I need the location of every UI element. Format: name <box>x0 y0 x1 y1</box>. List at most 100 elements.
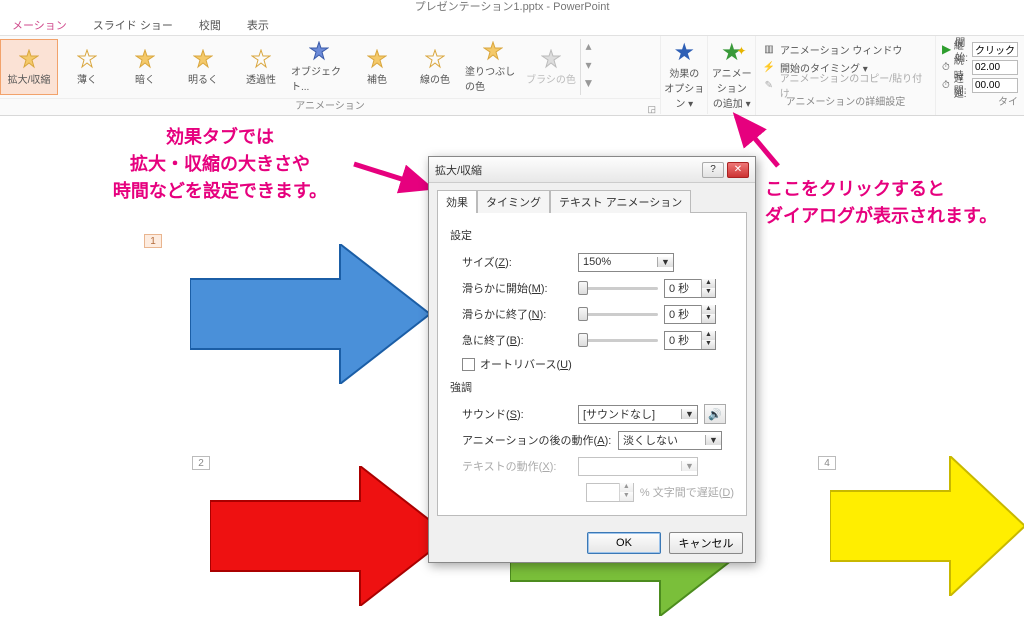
star-icon <box>193 49 213 69</box>
animation-pane-button[interactable]: ▥アニメーション ウィンドウ <box>762 40 929 58</box>
star-icon <box>541 49 561 69</box>
chevron-down-icon[interactable]: ▼ <box>657 257 673 267</box>
cancel-button[interactable]: キャンセル <box>669 532 743 554</box>
ok-button[interactable]: OK <box>587 532 661 554</box>
smooth-end-input[interactable]: 0 秒▲▼ <box>664 305 716 324</box>
clock-icon: ⏱ <box>942 62 950 73</box>
star-icon <box>483 41 503 61</box>
text-anim-combo: ▼ <box>578 457 698 476</box>
dialog-tabs: 効果 タイミング テキスト アニメーション <box>429 183 755 212</box>
start-combo[interactable] <box>972 42 1018 57</box>
star-icon <box>367 49 387 69</box>
autoreverse-checkbox[interactable] <box>462 358 475 371</box>
star-icon <box>135 49 155 69</box>
group-label-advanced: アニメーションの詳細設定 <box>762 95 929 111</box>
gallery-item[interactable]: ブラシの色 <box>522 39 580 95</box>
after-anim-combo[interactable]: 淡くしない▼ <box>618 431 722 450</box>
pane-icon: ▥ <box>762 44 776 55</box>
sound-preview-button[interactable]: 🔊 <box>704 404 726 424</box>
dialog-body: 設定 サイズ(Z): 150%▼ 滑らかに開始(M): 0 秒▲▼ 滑らかに終了… <box>437 212 747 516</box>
animation-order-badge[interactable]: 1 <box>144 234 162 248</box>
section-settings: 設定 <box>450 227 734 243</box>
tab-text-animation[interactable]: テキスト アニメーション <box>550 190 691 213</box>
dialog-titlebar[interactable]: 拡大/収縮 ? ✕ <box>429 157 755 183</box>
label: 効果の <box>669 65 699 80</box>
ribbon: 拡大/収縮 薄く 暗く 明るく 透過性 オブジェクト... 補色 線の色 塗りつ… <box>0 36 1024 116</box>
advanced-animation-group: ▥アニメーション ウィンドウ ⚡開始のタイミング ▾ ✎アニメーションのコピー/… <box>755 36 935 115</box>
gallery-label: ブラシの色 <box>526 71 576 86</box>
gallery-label: 暗く <box>135 71 155 86</box>
dialog-launcher-icon[interactable]: ◲ <box>647 101 656 117</box>
shape-arrow-red[interactable] <box>210 466 450 606</box>
tab-timing[interactable]: タイミング <box>477 190 550 213</box>
gallery-item[interactable]: 線の色 <box>406 39 464 95</box>
after-anim-label: アニメーションの後の動作(A): <box>462 432 612 448</box>
duration-input[interactable] <box>972 60 1018 75</box>
tab-animation[interactable]: メーション <box>8 15 71 35</box>
bounce-end-slider[interactable] <box>578 332 658 348</box>
timing-group: ▶開始: ⏱継続時間: ⏱遅延: タイ <box>935 36 1024 115</box>
size-combo[interactable]: 150%▼ <box>578 253 674 272</box>
bounce-end-input[interactable]: 0 秒▲▼ <box>664 331 716 350</box>
ribbon-tab-row: メーション スライド ショー 校閲 表示 <box>0 14 1024 36</box>
gallery-item[interactable]: 補色 <box>348 39 406 95</box>
gallery-item[interactable]: 薄く <box>58 39 116 95</box>
close-button[interactable]: ✕ <box>727 162 749 178</box>
gallery-label: 明るく <box>188 71 218 86</box>
bounce-end-label: 急に終了(B): <box>462 332 572 348</box>
effect-options-button[interactable]: ★ 効果の オプション ▾ <box>660 36 707 114</box>
shape-arrow-blue[interactable] <box>190 244 430 384</box>
letter-delay-input: ▲▼ <box>586 483 634 502</box>
gallery-item[interactable]: 透過性 <box>232 39 290 95</box>
play-icon: ▶ <box>942 42 951 56</box>
slide-canvas: 効果タブでは 拡大・収縮の大きさや 時間などを設定できます。 ここをクリックする… <box>0 116 1024 642</box>
animation-order-badge[interactable]: 2 <box>192 456 210 470</box>
autoreverse-label: オートリバース(U) <box>480 356 572 372</box>
gallery-item-grow[interactable]: 拡大/収縮 <box>0 39 58 95</box>
gallery-item[interactable]: 明るく <box>174 39 232 95</box>
label: オプション ▾ <box>661 80 707 110</box>
animation-painter-button[interactable]: ✎アニメーションのコピー/貼り付け <box>762 76 929 94</box>
tab-effect[interactable]: 効果 <box>437 190 477 213</box>
gallery-item[interactable]: 塗りつぶしの色 <box>464 39 522 95</box>
shape-arrow-yellow[interactable] <box>830 456 1024 596</box>
smooth-end-slider[interactable] <box>578 306 658 322</box>
gallery-label: 塗りつぶしの色 <box>465 63 521 93</box>
painter-icon: ✎ <box>762 80 776 91</box>
label: の追加 ▾ <box>713 95 751 110</box>
dialog-buttons: OK キャンセル <box>429 524 755 562</box>
tab-view[interactable]: 表示 <box>243 15 273 35</box>
star-plus-icon: ★✦ <box>721 41 743 65</box>
grow-shrink-dialog: 拡大/収縮 ? ✕ 効果 タイミング テキスト アニメーション 設定 サイズ(Z… <box>428 156 756 563</box>
chevron-down-icon[interactable]: ▼ <box>681 409 697 419</box>
size-label: サイズ(Z): <box>462 254 572 270</box>
animation-gallery: 拡大/収縮 薄く 暗く 明るく 透過性 オブジェクト... 補色 線の色 塗りつ… <box>0 36 660 98</box>
annotation-left: 効果タブでは 拡大・収縮の大きさや 時間などを設定できます。 <box>80 124 360 205</box>
star-icon: ★ <box>673 41 695 65</box>
sound-combo[interactable]: [サウンドなし]▼ <box>578 405 698 424</box>
group-label-timing: タイ <box>942 95 1018 111</box>
animation-gallery-group: 拡大/収縮 薄く 暗く 明るく 透過性 オブジェクト... 補色 線の色 塗りつ… <box>0 36 660 115</box>
window-title: プレゼンテーション1.pptx - PowerPoint <box>0 0 1024 14</box>
smooth-start-input[interactable]: 0 秒▲▼ <box>664 279 716 298</box>
letter-delay-label: % 文字間で遅延(D) <box>640 484 734 500</box>
tab-review[interactable]: 校閲 <box>195 15 225 35</box>
chevron-down-icon[interactable]: ▼ <box>705 435 721 445</box>
help-button[interactable]: ? <box>702 162 724 178</box>
gallery-label: 透過性 <box>246 71 276 86</box>
label: アニメーション <box>708 65 754 95</box>
gallery-scroll[interactable]: ▴ ▾ ▼ <box>580 39 596 95</box>
tab-slideshow[interactable]: スライド ショー <box>89 15 177 35</box>
star-icon <box>19 49 39 69</box>
gallery-label: 薄く <box>77 71 97 86</box>
trigger-icon: ⚡ <box>762 62 776 73</box>
delay-input[interactable] <box>972 78 1018 93</box>
section-emphasis: 強調 <box>450 379 734 395</box>
gallery-item[interactable]: 暗く <box>116 39 174 95</box>
smooth-start-slider[interactable] <box>578 280 658 296</box>
star-icon <box>251 49 271 69</box>
group-label-animation: アニメーション ◲ <box>0 98 660 114</box>
gallery-item[interactable]: オブジェクト... <box>290 39 348 95</box>
add-animation-button[interactable]: ★✦ アニメーション の追加 ▾ <box>707 36 754 114</box>
dialog-title: 拡大/収縮 <box>435 162 482 178</box>
